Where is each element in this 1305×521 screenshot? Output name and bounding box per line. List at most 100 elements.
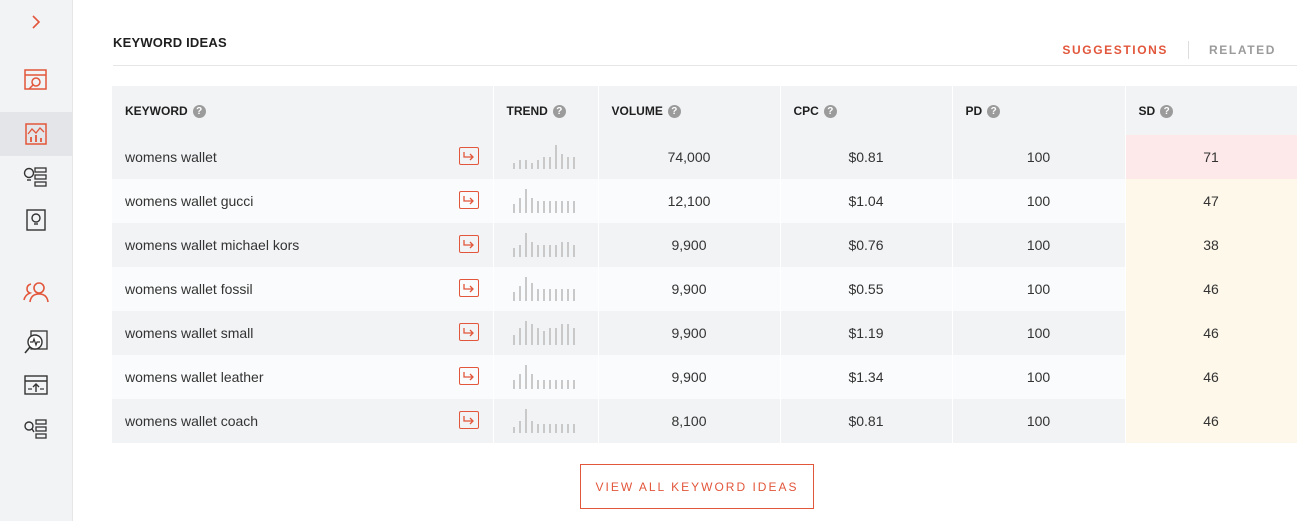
column-header-volume[interactable]: VOLUME? — [598, 86, 781, 135]
open-keyword-icon[interactable] — [458, 411, 479, 429]
trend-sparkline — [512, 277, 575, 301]
help-icon[interactable]: ? — [823, 104, 837, 118]
sidebar-item-keyword-overview[interactable] — [0, 112, 72, 156]
open-keyword-icon[interactable] — [458, 323, 479, 341]
trend-bar — [548, 201, 551, 213]
keyword-text[interactable]: womens wallet fossil — [125, 281, 253, 297]
trend-sparkline — [512, 233, 575, 257]
sidebar-item-site-audit[interactable] — [0, 320, 72, 364]
tab-related[interactable]: RELATED — [1188, 41, 1276, 59]
trend-bar — [566, 201, 569, 213]
trend-bar — [560, 242, 563, 257]
help-icon[interactable]: ? — [987, 104, 1001, 118]
open-keyword-icon[interactable] — [458, 367, 479, 385]
volume-cell: 74,000 — [598, 135, 781, 179]
sidebar-item-rank-tracking[interactable] — [0, 363, 72, 407]
open-keyword-icon[interactable] — [458, 279, 479, 297]
open-keyword-icon[interactable] — [458, 191, 479, 209]
table-row[interactable]: womens wallet 74,000 $0.81 100 71 — [112, 135, 1298, 179]
column-header-trend[interactable]: TREND? — [493, 86, 599, 135]
table-row[interactable]: womens wallet coach 8,100 $0.81 100 46 — [112, 399, 1298, 443]
trend-bar — [518, 421, 521, 433]
trend-bar — [554, 328, 557, 345]
keyword-cell[interactable]: womens wallet small — [112, 311, 494, 355]
trend-bar — [566, 324, 569, 345]
trend-bar — [518, 245, 521, 257]
content-ideas-icon — [26, 209, 46, 231]
sd-cell: 38 — [1125, 223, 1298, 267]
keyword-cell[interactable]: womens wallet leather — [112, 355, 494, 399]
column-header-sd[interactable]: SD? — [1125, 86, 1298, 135]
trend-bar — [566, 242, 569, 257]
sidebar-item-competitors[interactable] — [0, 270, 72, 314]
keyword-text[interactable]: womens wallet leather — [125, 369, 264, 385]
column-header-cpc[interactable]: CPC? — [780, 86, 953, 135]
trend-bar — [542, 157, 545, 169]
trend-bar — [524, 321, 527, 345]
volume-cell: 12,100 — [598, 179, 781, 223]
sidebar-item-keyword-list[interactable] — [0, 407, 72, 451]
volume-cell: 9,900 — [598, 311, 781, 355]
site-audit-icon — [24, 330, 48, 354]
trend-bar — [554, 145, 557, 169]
column-header-pd[interactable]: PD? — [952, 86, 1126, 135]
trend-cell — [493, 311, 599, 355]
cpc-cell: $0.81 — [780, 135, 953, 179]
trend-bar — [548, 289, 551, 301]
table-row[interactable]: womens wallet fossil 9,900 $0.55 100 46 — [112, 267, 1298, 311]
trend-bar — [512, 163, 515, 169]
trend-bar — [524, 189, 527, 213]
help-icon[interactable]: ? — [1160, 104, 1174, 118]
sidebar-item-site-overview[interactable] — [0, 58, 72, 102]
trend-bar — [572, 157, 575, 169]
pd-cell: 100 — [952, 223, 1126, 267]
trend-bar — [572, 245, 575, 257]
cpc-cell: $1.19 — [780, 311, 953, 355]
open-keyword-icon[interactable] — [458, 235, 479, 253]
trend-bar — [572, 201, 575, 213]
help-icon[interactable]: ? — [552, 104, 566, 118]
trend-cell — [493, 267, 599, 311]
pd-cell: 100 — [952, 399, 1126, 443]
trend-sparkline — [512, 189, 575, 213]
keyword-text[interactable]: womens wallet michael kors — [125, 237, 299, 253]
trend-bar — [542, 289, 545, 301]
help-icon[interactable]: ? — [667, 104, 681, 118]
trend-bar — [518, 160, 521, 169]
keyword-cell[interactable]: womens wallet — [112, 135, 494, 179]
keyword-cell[interactable]: womens wallet fossil — [112, 267, 494, 311]
open-keyword-icon[interactable] — [458, 147, 479, 165]
keyword-text[interactable]: womens wallet gucci — [125, 193, 253, 209]
expand-sidebar-button[interactable] — [0, 0, 72, 44]
trend-cell — [493, 355, 599, 399]
sidebar-item-keyword-ideas[interactable] — [0, 155, 72, 199]
sidebar — [0, 0, 73, 521]
trend-bar — [542, 245, 545, 257]
keyword-text[interactable]: womens wallet — [125, 149, 217, 165]
sd-cell: 46 — [1125, 355, 1298, 399]
column-header-keyword[interactable]: KEYWORD? — [112, 86, 494, 135]
trend-bar — [560, 154, 563, 169]
trend-bar — [536, 424, 539, 433]
trend-bar — [530, 324, 533, 345]
trend-bar — [530, 283, 533, 301]
trend-bar — [524, 277, 527, 301]
sidebar-item-content-ideas[interactable] — [0, 198, 72, 242]
trend-bar — [530, 163, 533, 169]
keyword-cell[interactable]: womens wallet gucci — [112, 179, 494, 223]
table-row[interactable]: womens wallet small 9,900 $1.19 100 46 — [112, 311, 1298, 355]
table-row[interactable]: womens wallet michael kors 9,900 $0.76 100 3… — [112, 223, 1298, 267]
cpc-cell: $0.55 — [780, 267, 953, 311]
table-row[interactable]: womens wallet leather 9,900 $1.34 100 46 — [112, 355, 1298, 399]
trend-bar — [512, 292, 515, 301]
keyword-cell[interactable]: womens wallet coach — [112, 399, 494, 443]
tab-suggestions[interactable]: SUGGESTIONS — [1062, 43, 1188, 57]
keyword-text[interactable]: womens wallet coach — [125, 413, 258, 429]
keyword-cell[interactable]: womens wallet michael kors — [112, 223, 494, 267]
trend-cell — [493, 399, 599, 443]
trend-bar — [512, 427, 515, 433]
view-all-keyword-ideas-button[interactable]: VIEW ALL KEYWORD IDEAS — [580, 464, 814, 509]
table-row[interactable]: womens wallet gucci 12,100 $1.04 100 47 — [112, 179, 1298, 223]
help-icon[interactable]: ? — [192, 104, 206, 118]
keyword-text[interactable]: womens wallet small — [125, 325, 253, 341]
